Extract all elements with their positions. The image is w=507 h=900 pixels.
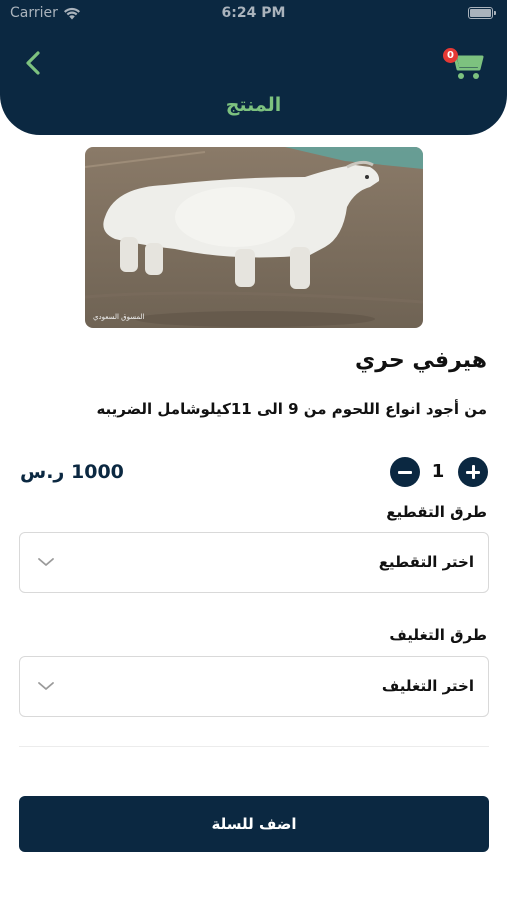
back-button[interactable]: [18, 46, 50, 80]
cart-button[interactable]: 0: [443, 46, 485, 82]
product-description: من أجود انواع اللحوم من 9 الى 11كيلوشامل…: [96, 400, 487, 418]
cutting-select[interactable]: اختر التقطيع: [19, 532, 489, 593]
cutting-label: طرق التقطيع: [386, 503, 487, 521]
product-image: المسوق السعودي: [85, 147, 423, 328]
chevron-down-icon: [38, 558, 54, 566]
page-title: المنتج: [225, 94, 282, 116]
packaging-label: طرق التغليف: [389, 626, 487, 644]
cutting-select-value: اختر التقطيع: [378, 553, 474, 571]
chevron-left-icon: [26, 51, 40, 75]
chevron-down-icon: [38, 682, 54, 690]
app-header: Carrier 6:24 PM 0 المنتج: [0, 0, 507, 135]
divider: [19, 746, 489, 747]
image-watermark: المسوق السعودي: [93, 313, 145, 321]
quantity-value: 1: [431, 461, 445, 482]
packaging-select-value: اختر التغليف: [381, 677, 474, 695]
product-price: 1000 ر.س: [20, 461, 124, 483]
battery-icon: [468, 7, 496, 19]
increase-quantity-button[interactable]: [458, 457, 488, 487]
status-bar: Carrier 6:24 PM: [0, 0, 507, 28]
status-time: 6:24 PM: [221, 5, 286, 21]
decrease-quantity-button[interactable]: [390, 457, 420, 487]
product-name: هيرفي حري: [355, 348, 487, 373]
packaging-select[interactable]: اختر التغليف: [19, 656, 489, 717]
add-to-cart-button[interactable]: اضف للسلة: [19, 796, 489, 852]
cart-count-badge: 0: [443, 48, 458, 63]
